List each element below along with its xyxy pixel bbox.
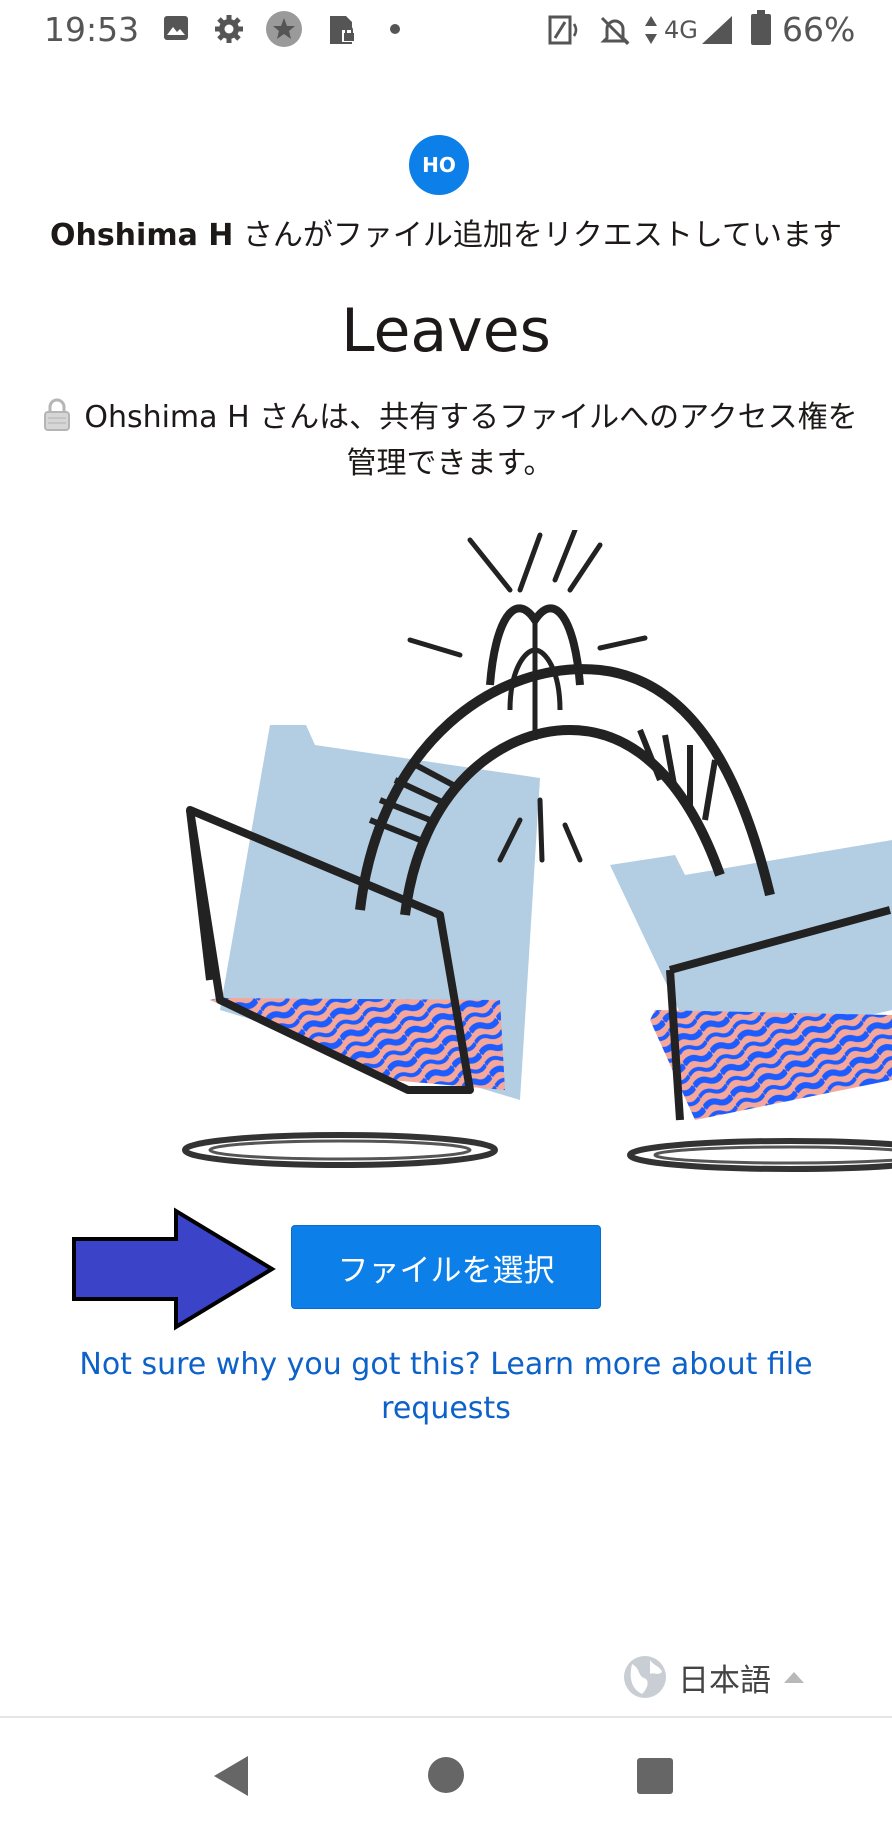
access-note-text: Ohshima H さんは、共有するファイルへのアクセス権を管理できます。 <box>84 400 858 481</box>
battery-icon <box>751 10 771 45</box>
globe-icon <box>624 1656 666 1698</box>
bell-muted-icon <box>600 16 630 46</box>
request-line: Ohshima H さんがファイル追加をリクエストしています <box>0 210 892 254</box>
home-circle-icon[interactable] <box>427 1756 465 1794</box>
language-label: 日本語 <box>678 1662 771 1699</box>
language-selector[interactable]: 日本語 <box>622 1652 805 1702</box>
signal-icon <box>702 16 732 44</box>
choose-files-button[interactable]: ファイルを選択 <box>291 1225 601 1309</box>
learn-more-link[interactable]: Not sure why you got this? Learn more ab… <box>60 1343 832 1431</box>
access-note: Ohshima H さんは、共有するファイルへのアクセス権を管理できます。 <box>40 395 860 487</box>
high-five-folders-illustration <box>182 530 892 1172</box>
requester-name: Ohshima H <box>49 218 234 253</box>
request-text: さんがファイル追加をリクエストしています <box>233 218 843 253</box>
system-nav-bar <box>0 1716 892 1836</box>
dot-icon <box>390 24 400 34</box>
status-bar: 19:53 4G 66% <box>0 0 892 62</box>
request-title: Leaves <box>341 296 551 366</box>
recents-square-icon[interactable] <box>636 1757 674 1795</box>
settings-gear-icon <box>215 15 243 43</box>
network-type: 4G <box>664 16 698 44</box>
requester-avatar: HO <box>409 135 469 195</box>
pointer-arrow-annotation <box>72 1207 276 1331</box>
lock-icon <box>44 398 71 431</box>
right-folder-pattern <box>650 1010 892 1120</box>
back-triangle-icon[interactable] <box>212 1754 252 1798</box>
battery-percent: 66% <box>782 10 856 49</box>
data-arrows-icon <box>645 16 657 44</box>
image-icon <box>164 16 188 40</box>
nfc-icon <box>548 15 578 45</box>
status-time: 19:53 <box>44 10 140 49</box>
star-badge-icon <box>266 11 302 47</box>
sd-card-lock-icon <box>330 16 356 44</box>
caret-up-icon <box>784 1672 804 1683</box>
